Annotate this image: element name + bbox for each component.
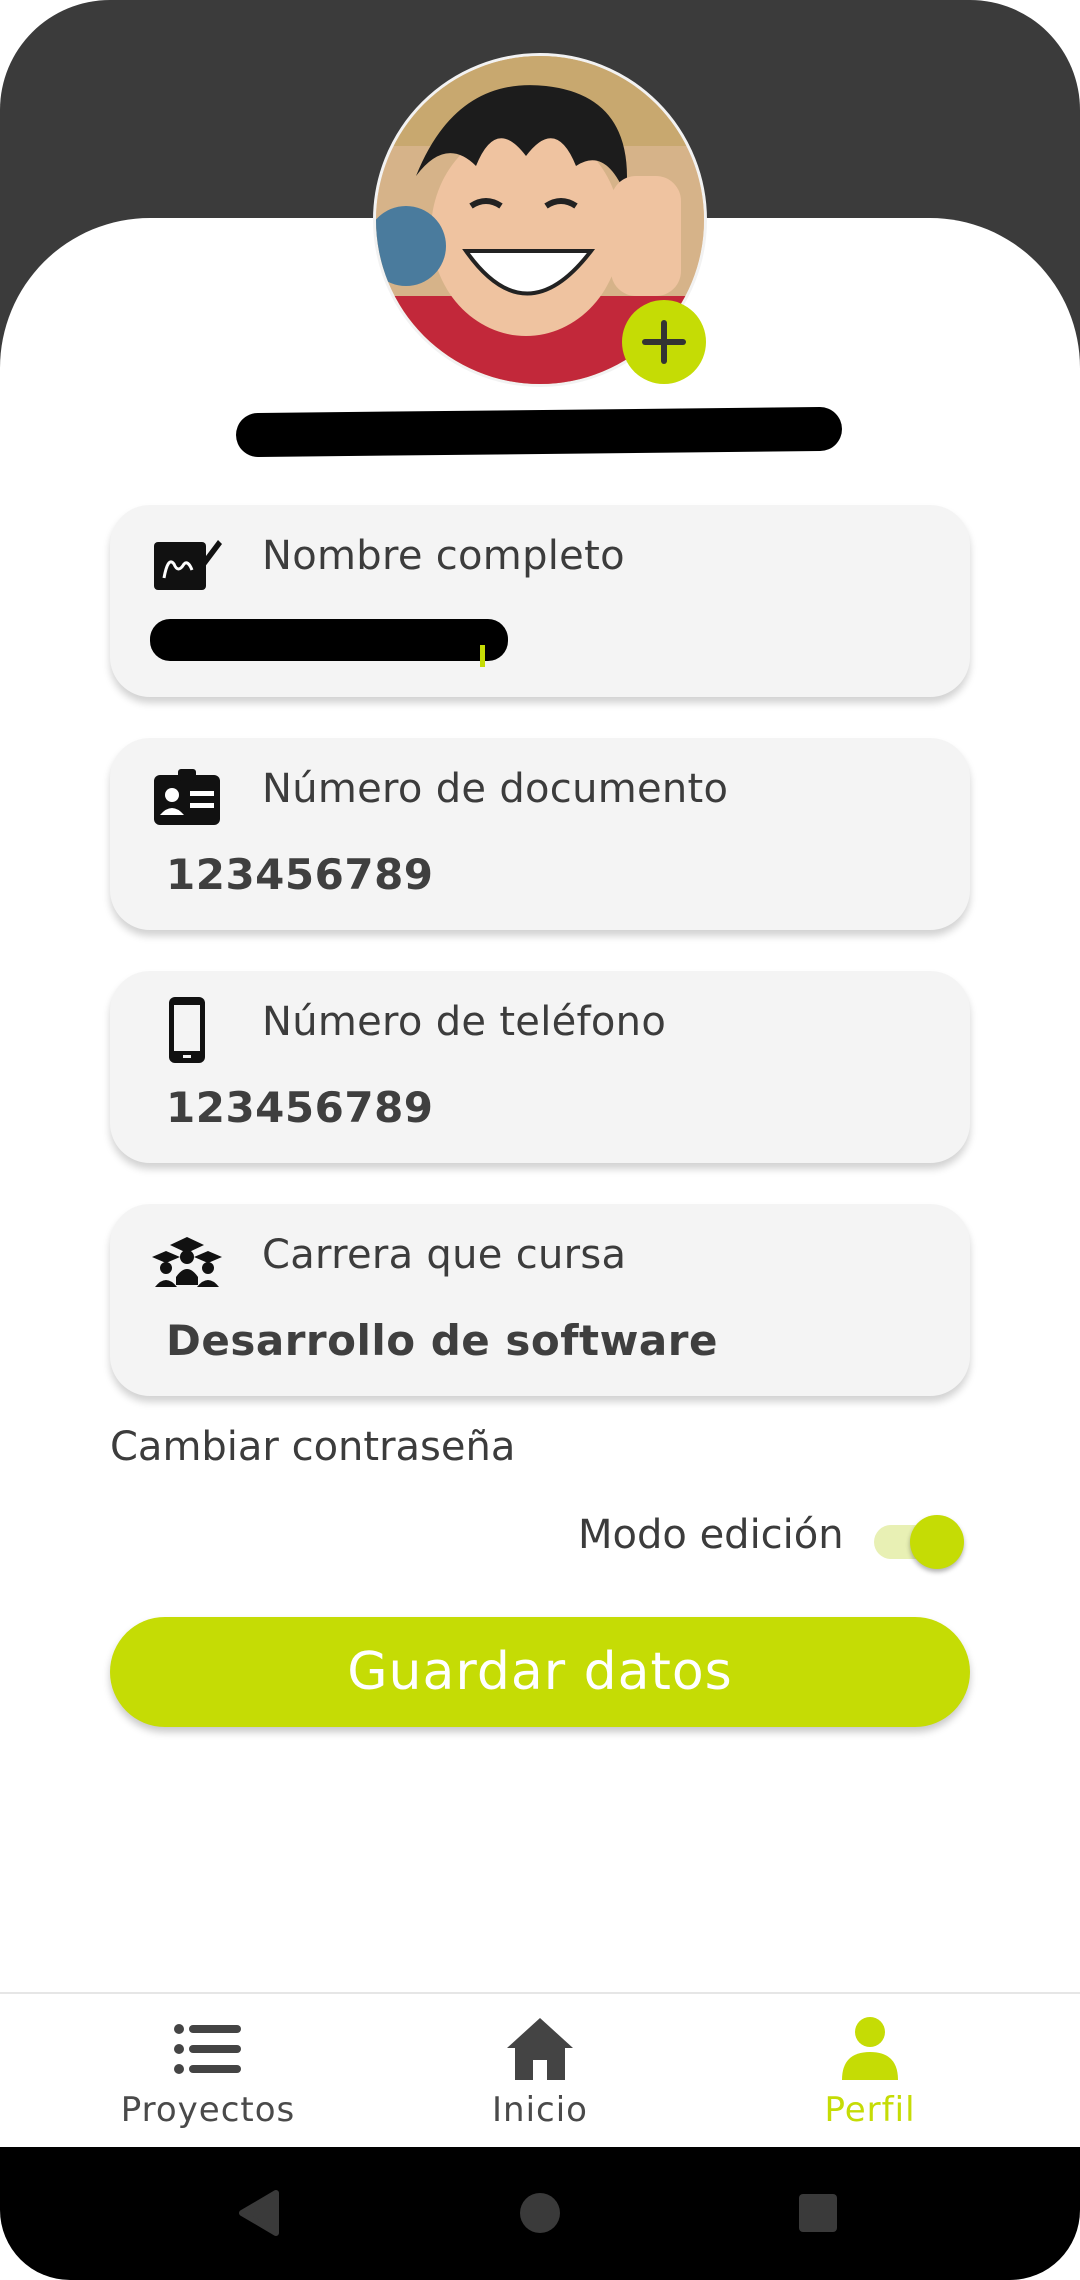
smartphone-icon: [150, 993, 224, 1067]
back-icon[interactable]: [228, 2183, 288, 2243]
signature-icon: [150, 527, 224, 601]
nav-item-inicio[interactable]: Inicio: [390, 1994, 690, 2149]
home-circle-icon[interactable]: [510, 2183, 570, 2243]
edit-mode-toggle[interactable]: [870, 1515, 964, 1569]
id-card-icon: [150, 760, 224, 834]
full-name-value-redacted: [150, 619, 508, 661]
add-photo-button[interactable]: [622, 300, 706, 384]
bottom-navigation: Proyectos Inicio Perfil: [0, 1992, 1080, 2147]
document-number-field[interactable]: Número de documento 123456789: [110, 738, 970, 930]
change-password-link[interactable]: Cambiar contraseña: [110, 1424, 515, 1470]
nav-item-perfil[interactable]: Perfil: [720, 1994, 1020, 2149]
home-icon: [390, 2016, 690, 2082]
full-name-field[interactable]: Nombre completo: [110, 505, 970, 697]
email-redacted: [235, 406, 843, 458]
nav-label-perfil: Perfil: [824, 2090, 916, 2130]
avatar-container: [373, 53, 707, 387]
phone-number-value: 123456789: [166, 1083, 434, 1132]
text-cursor: [480, 645, 485, 667]
phone-number-field[interactable]: Número de teléfono 123456789: [110, 971, 970, 1163]
recents-icon[interactable]: [788, 2183, 848, 2243]
document-number-value: 123456789: [166, 850, 434, 899]
nav-label-inicio: Inicio: [492, 2090, 588, 2130]
save-data-button[interactable]: Guardar datos: [110, 1617, 970, 1727]
nav-label-proyectos: Proyectos: [120, 2090, 296, 2130]
career-field[interactable]: Carrera que cursa Desarrollo de software: [110, 1204, 970, 1396]
person-icon: [720, 2016, 1020, 2082]
phone-number-label: Número de teléfono: [262, 999, 667, 1045]
graduates-icon: [150, 1226, 224, 1300]
toggle-thumb: [910, 1515, 964, 1569]
edit-mode-label: Modo edición: [578, 1512, 844, 1558]
career-value: Desarrollo de software: [166, 1316, 718, 1365]
list-icon: [58, 2016, 358, 2082]
plus-icon: [642, 320, 686, 364]
career-label: Carrera que cursa: [262, 1232, 627, 1278]
nav-item-proyectos[interactable]: Proyectos: [58, 1994, 358, 2149]
full-name-label: Nombre completo: [262, 533, 625, 579]
system-navigation-bar: [0, 2147, 1080, 2280]
document-number-label: Número de documento: [262, 766, 729, 812]
